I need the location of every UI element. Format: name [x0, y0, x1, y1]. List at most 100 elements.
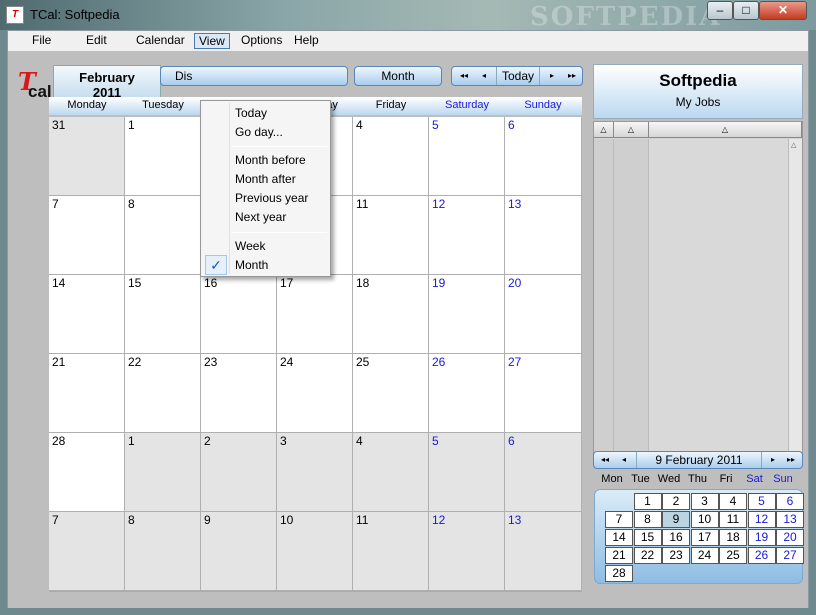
sort-icon[interactable]: △: [614, 122, 649, 138]
day-cell[interactable]: 4: [353, 433, 429, 512]
mini-day-cell[interactable]: 4: [719, 493, 747, 510]
day-cell[interactable]: 31: [49, 117, 125, 196]
day-cell[interactable]: 10: [277, 512, 353, 591]
view-menu-item-month-before[interactable]: Month before: [235, 153, 306, 167]
day-cell[interactable]: 8: [125, 512, 201, 591]
mini-day-cell[interactable]: 14: [605, 529, 633, 546]
day-cell[interactable]: 11: [353, 512, 429, 591]
mini-day-cell[interactable]: 20: [776, 529, 804, 546]
mini-day-cell[interactable]: 16: [662, 529, 690, 546]
mini-day-cell[interactable]: 21: [605, 547, 633, 564]
close-button[interactable]: ✕: [759, 1, 807, 20]
day-cell[interactable]: 28: [49, 433, 125, 512]
mini-next-icon[interactable]: ▸: [764, 452, 782, 468]
mini-day-cell[interactable]: 13: [776, 511, 804, 528]
day-cell[interactable]: 13: [505, 512, 582, 591]
mini-day-cell[interactable]: 15: [633, 529, 662, 546]
day-cell[interactable]: 25: [353, 354, 429, 433]
day-cell[interactable]: 19: [429, 275, 505, 354]
mini-day-cell[interactable]: 2: [662, 493, 690, 510]
day-cell[interactable]: 1: [125, 433, 201, 512]
day-cell[interactable]: 8: [125, 196, 201, 275]
day-cell[interactable]: 4: [353, 117, 429, 196]
mini-day-cell[interactable]: 12: [747, 511, 776, 528]
mini-day-cell[interactable]: 6: [776, 493, 804, 510]
mini-day-cell[interactable]: 24: [690, 547, 719, 564]
mini-day-cell[interactable]: 25: [719, 547, 747, 564]
day-cell[interactable]: 6: [505, 117, 582, 196]
sort-icon[interactable]: △: [594, 122, 614, 138]
day-cell[interactable]: 14: [49, 275, 125, 354]
mini-day-cell[interactable]: 8: [633, 511, 662, 528]
mini-date-label[interactable]: 9 February 2011: [636, 452, 762, 468]
sort-icon[interactable]: △: [649, 122, 802, 138]
today-button[interactable]: Today: [496, 67, 540, 85]
mini-day-cell[interactable]: 22: [633, 547, 662, 564]
mini-day-cell[interactable]: 18: [719, 529, 747, 546]
menu-file[interactable]: File: [28, 33, 55, 49]
view-menu-item-previous-year[interactable]: Previous year: [235, 191, 308, 205]
day-cell[interactable]: 2: [201, 433, 277, 512]
mini-day-cell[interactable]: 27: [776, 547, 804, 564]
menu-help[interactable]: Help: [290, 33, 323, 49]
view-menu-item-go-day[interactable]: Go day...: [235, 125, 283, 139]
day-cell[interactable]: 5: [429, 117, 505, 196]
next-icon[interactable]: ▸: [542, 67, 562, 85]
day-cell[interactable]: 9: [201, 512, 277, 591]
view-menu-item-week[interactable]: Week: [235, 239, 265, 253]
day-cell[interactable]: 1: [125, 117, 201, 196]
mini-day-cell[interactable]: 9: [662, 511, 690, 528]
first-icon[interactable]: ◂◂: [454, 67, 474, 85]
mini-day-cell[interactable]: 23: [662, 547, 690, 564]
mini-day-cell[interactable]: 1: [633, 493, 662, 510]
day-cell[interactable]: 27: [505, 354, 582, 433]
day-cell[interactable]: 21: [49, 354, 125, 433]
day-cell[interactable]: 24: [277, 354, 353, 433]
menu-edit[interactable]: Edit: [82, 33, 111, 49]
view-menu-item-today[interactable]: Today: [235, 106, 267, 120]
mini-day-cell[interactable]: 19: [747, 529, 776, 546]
mini-day-cell[interactable]: 3: [690, 493, 719, 510]
view-menu-item-month[interactable]: Month: [235, 258, 268, 272]
mini-day-cell[interactable]: 28: [605, 565, 633, 582]
menu-calendar[interactable]: Calendar: [132, 33, 189, 49]
day-cell[interactable]: 12: [429, 196, 505, 275]
scroll-up-icon[interactable]: △: [791, 141, 796, 149]
last-icon[interactable]: ▸▸: [562, 67, 582, 85]
day-cell[interactable]: 26: [429, 354, 505, 433]
mini-day-cell[interactable]: 7: [605, 511, 633, 528]
mini-day-cell[interactable]: 17: [690, 529, 719, 546]
day-cell[interactable]: 18: [353, 275, 429, 354]
day-cell[interactable]: 11: [353, 196, 429, 275]
month-view-button[interactable]: Month: [354, 66, 442, 86]
mini-day-cell[interactable]: 11: [719, 511, 747, 528]
day-cell[interactable]: 7: [49, 512, 125, 591]
mini-day-cell[interactable]: 10: [690, 511, 719, 528]
day-cell[interactable]: 17: [277, 275, 353, 354]
menu-view[interactable]: View: [194, 33, 230, 49]
jobs-scrollbar[interactable]: △: [788, 139, 802, 454]
view-menu-item-month-after[interactable]: Month after: [235, 172, 296, 186]
day-cell[interactable]: 12: [429, 512, 505, 591]
mini-first-icon[interactable]: ◂◂: [596, 452, 614, 468]
day-cell[interactable]: 3: [277, 433, 353, 512]
view-menu-item-next-year[interactable]: Next year: [235, 210, 286, 224]
day-cell[interactable]: 23: [201, 354, 277, 433]
day-cell[interactable]: 20: [505, 275, 582, 354]
day-cell[interactable]: 6: [505, 433, 582, 512]
day-cell[interactable]: 7: [49, 196, 125, 275]
mini-day-cell[interactable]: 5: [747, 493, 776, 510]
day-cell[interactable]: 16: [201, 275, 277, 354]
mini-day-cell[interactable]: 26: [747, 547, 776, 564]
display-button[interactable]: Dis: [160, 66, 348, 86]
day-cell[interactable]: 22: [125, 354, 201, 433]
day-cell[interactable]: 15: [125, 275, 201, 354]
mini-last-icon[interactable]: ▸▸: [782, 452, 800, 468]
minimize-button[interactable]: –: [707, 1, 733, 20]
mini-prev-icon[interactable]: ◂: [614, 452, 634, 468]
day-cell[interactable]: 13: [505, 196, 582, 275]
day-cell[interactable]: 5: [429, 433, 505, 512]
maximize-button[interactable]: □: [733, 1, 759, 20]
menu-options[interactable]: Options: [237, 33, 286, 49]
prev-icon[interactable]: ◂: [474, 67, 494, 85]
